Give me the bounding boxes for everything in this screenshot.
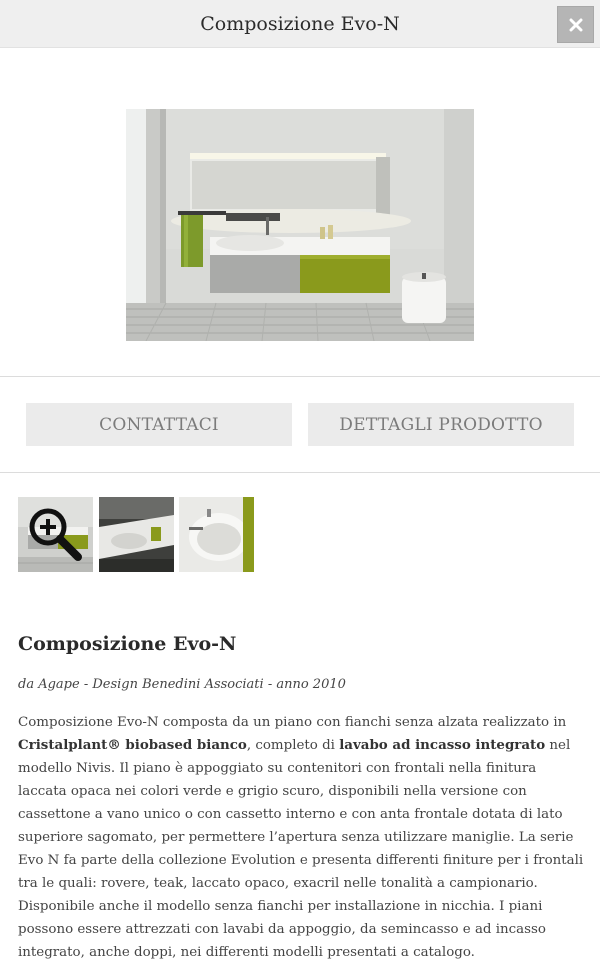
thumbnail-1[interactable] [18, 497, 93, 572]
product-title: Composizione Evo-N [18, 633, 237, 655]
thumbnail-2[interactable] [99, 497, 174, 572]
divider [0, 472, 600, 473]
modal-header: Composizione Evo-N [0, 0, 600, 48]
zoom-in-icon [29, 508, 82, 561]
product-byline: da Agape - Design Benedini Associati - a… [18, 677, 346, 692]
close-button[interactable] [557, 6, 594, 43]
divider [0, 376, 600, 377]
product-hero-image [126, 109, 474, 341]
modal-title: Composizione Evo-N [200, 13, 400, 35]
thumbnail-3[interactable] [179, 497, 254, 572]
desc-highlight: Cristalplant® biobased bianco [18, 737, 247, 753]
product-details-button[interactable]: DETTAGLI PRODOTTO [308, 403, 574, 446]
contact-button[interactable]: CONTATTACI [26, 403, 292, 446]
desc-highlight: lavabo ad incasso integrato [339, 737, 546, 753]
close-icon [569, 18, 582, 31]
product-description: Composizione Evo-N composta da un piano … [18, 715, 584, 960]
